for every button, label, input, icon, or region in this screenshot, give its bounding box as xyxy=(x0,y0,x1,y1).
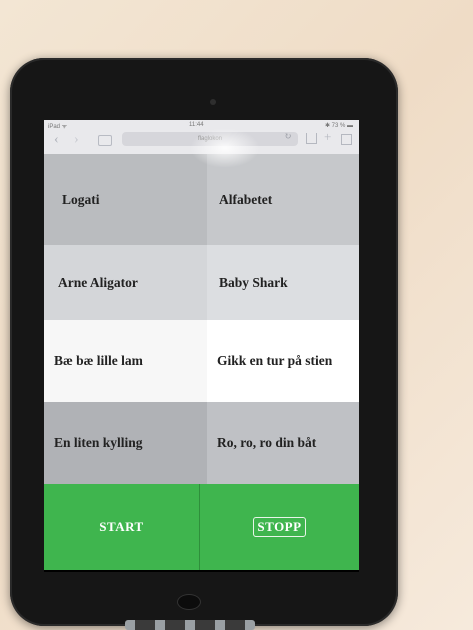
screen: iPad ᯤ 11:44 ✱ 73 % ▬ ‹ › flaglokon ↻ + … xyxy=(44,120,359,572)
reload-icon[interactable]: ↻ xyxy=(284,131,292,142)
song-cell[interactable]: Baby Shark xyxy=(207,245,359,320)
song-grid: Logati Alfabetet Arne Aligator Baby Shar… xyxy=(44,154,359,484)
song-label: Gikk en tur på stien xyxy=(217,353,333,368)
song-label: Ro, ro, ro din båt xyxy=(217,435,317,450)
start-label: START xyxy=(99,519,144,534)
song-cell[interactable]: Bæ bæ lille lam xyxy=(44,320,207,402)
song-label: Baby Shark xyxy=(219,274,288,290)
tabs-icon[interactable] xyxy=(341,134,352,145)
song-label: Logati xyxy=(62,191,100,207)
song-cell[interactable]: Gikk en tur på stien xyxy=(207,320,359,402)
song-cell[interactable]: Ro, ro, ro din båt xyxy=(207,402,359,484)
status-battery: ✱ 73 % ▬ xyxy=(324,123,353,129)
song-cell[interactable]: En liten kylling xyxy=(44,402,207,484)
share-icon[interactable] xyxy=(306,133,317,144)
status-carrier: iPad ᯤ xyxy=(48,124,68,130)
camera-icon xyxy=(210,99,216,105)
bookmarks-icon[interactable] xyxy=(98,135,112,146)
forward-arrow-icon[interactable]: › xyxy=(74,133,79,147)
song-cell[interactable]: Alfabetet xyxy=(207,154,359,245)
dock-connector xyxy=(125,620,255,630)
song-label: Bæ bæ lille lam xyxy=(54,353,143,368)
song-label: Alfabetet xyxy=(219,191,273,207)
start-button[interactable]: START xyxy=(44,484,199,570)
status-time: 11:44 xyxy=(189,122,204,128)
song-cell[interactable]: Arne Aligator xyxy=(44,245,207,320)
stop-button[interactable]: STOPP xyxy=(200,484,359,570)
song-label: En liten kylling xyxy=(54,435,143,450)
back-arrow-icon[interactable]: ‹ xyxy=(54,133,59,147)
stop-label: STOPP xyxy=(253,517,306,537)
address-bar[interactable]: flaglokon xyxy=(122,132,298,146)
home-button[interactable] xyxy=(177,594,201,610)
add-tab-icon[interactable]: + xyxy=(324,129,331,145)
song-label: Arne Aligator xyxy=(58,274,138,290)
song-cell[interactable]: Logati xyxy=(44,154,207,245)
browser-toolbar: iPad ᯤ 11:44 ✱ 73 % ▬ ‹ › flaglokon ↻ + xyxy=(44,120,359,155)
